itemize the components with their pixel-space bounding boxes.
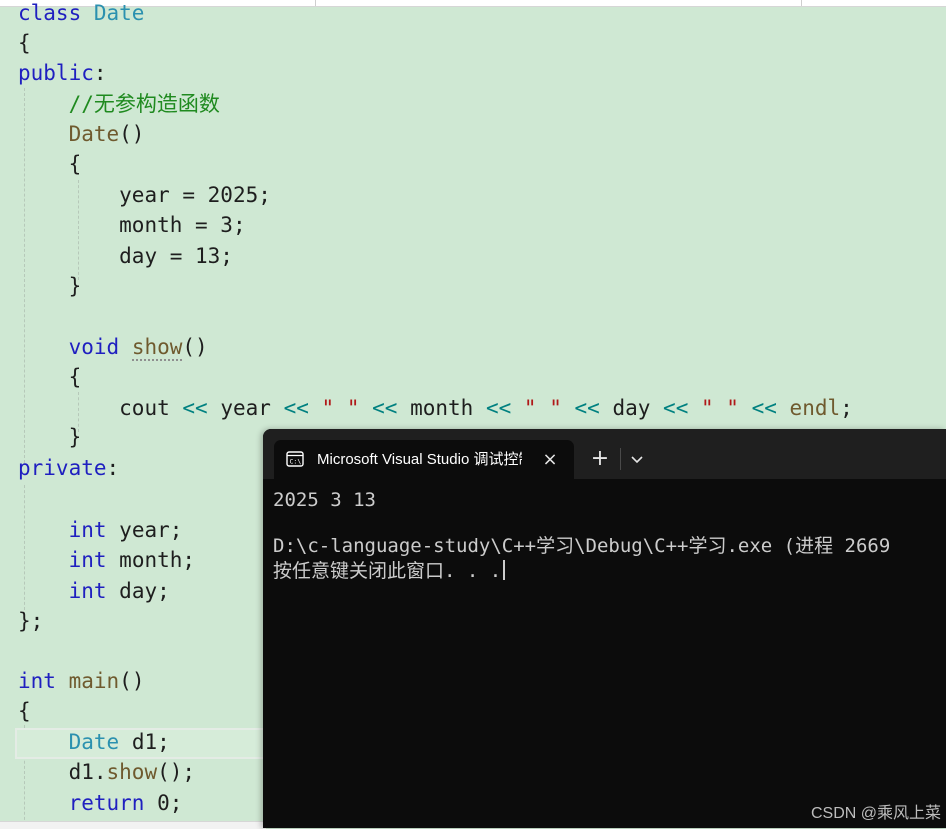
code-line: { <box>68 152 82 176</box>
code-line: int month; <box>68 548 196 572</box>
show-method-name: show <box>131 335 183 361</box>
chevron-down-icon[interactable] <box>625 441 649 477</box>
tab-divider <box>620 448 621 470</box>
console-tab[interactable]: C:\ Microsoft Visual Studio 调试控制台 × <box>274 440 574 479</box>
code-line: cout << year << " " << month << " " << d… <box>119 396 853 420</box>
code-line: void show() <box>68 335 208 361</box>
code-line: public: <box>18 61 107 85</box>
watermark: CSDN @乘风上菜 <box>810 805 941 822</box>
text-cursor <box>503 560 506 580</box>
code-line: Date d1; <box>68 730 170 754</box>
code-line: { <box>68 365 82 389</box>
console-tab-title: Microsoft Visual Studio 调试控制台 <box>317 451 522 468</box>
code-line: year = 2025; <box>119 183 271 207</box>
code-line: d1.show(); <box>68 760 196 784</box>
code-line: Date() <box>68 122 145 146</box>
code-line: int day; <box>68 579 170 603</box>
code-line: } <box>68 274 82 298</box>
code-line: int year; <box>68 518 183 542</box>
navigation-bar-divider <box>315 0 316 6</box>
code-line: private: <box>18 456 120 480</box>
console-output-line: D:\c-language-study\C++学习\Debug\C++学习.ex… <box>273 535 891 557</box>
code-line: class Date <box>18 1 145 25</box>
code-line: return 0; <box>68 791 183 815</box>
code-line: int main() <box>18 669 145 693</box>
navigation-bar-divider <box>801 0 802 6</box>
debug-console-window[interactable]: C:\ Microsoft Visual Studio 调试控制台 × + 20… <box>263 429 946 828</box>
new-tab-button[interactable]: + <box>588 441 612 477</box>
code-line: day = 13; <box>119 244 233 268</box>
code-comment: //无参构造函数 <box>68 92 220 116</box>
code-line: month = 3; <box>119 213 246 237</box>
console-output-line: 按任意键关闭此窗口. . . <box>273 558 506 584</box>
code-line: } <box>68 425 82 449</box>
close-icon[interactable]: × <box>538 440 562 479</box>
terminal-icon: C:\ <box>286 451 304 467</box>
console-tab-bar: C:\ Microsoft Visual Studio 调试控制台 × + <box>263 429 946 479</box>
code-line: { <box>18 699 31 723</box>
console-output-line: 2025 3 13 <box>273 489 376 511</box>
svg-text:C:\: C:\ <box>290 458 302 466</box>
code-line: }; <box>18 609 44 633</box>
code-line: { <box>18 31 31 55</box>
code-line: //无参构造函数 <box>18 89 220 119</box>
